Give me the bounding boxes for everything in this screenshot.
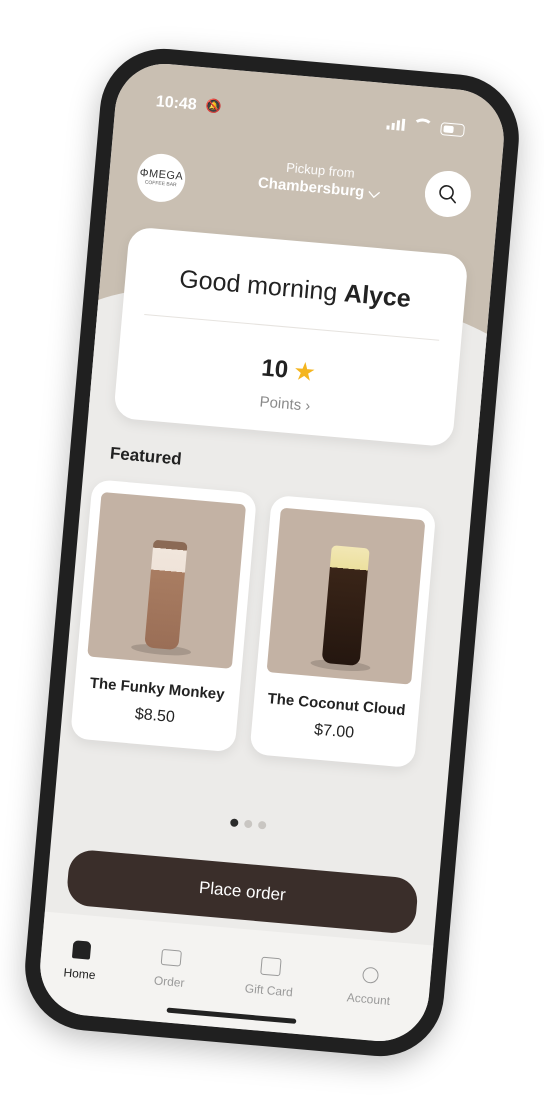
tab-home[interactable]: Home: [39, 933, 123, 984]
star-icon: ★: [293, 358, 316, 385]
user-name: Alyce: [342, 279, 412, 314]
wifi-icon: [412, 117, 434, 136]
battery-icon: [440, 121, 466, 137]
greeting-prefix: Good morning: [178, 264, 346, 308]
tab-label: Account: [346, 990, 391, 1008]
gift-icon: [260, 956, 282, 977]
search-icon: [437, 183, 459, 205]
tab-account[interactable]: Account: [328, 959, 412, 1010]
product-card-coconut-cloud[interactable]: The Coconut Cloud $7.00: [249, 494, 437, 769]
cold-brew-glass: [321, 545, 370, 667]
home-icon: [71, 940, 92, 960]
product-name: The Funky Monkey: [89, 674, 226, 704]
iced-latte-glass: [143, 539, 188, 651]
carousel-dots[interactable]: [54, 803, 443, 845]
tab-order[interactable]: Order: [129, 941, 213, 992]
tab-label: Home: [62, 965, 97, 983]
carousel-dot[interactable]: [243, 819, 253, 829]
carousel-dot[interactable]: [229, 818, 239, 828]
product-price: $8.50: [134, 705, 176, 727]
divider: [144, 313, 440, 341]
signal-icon: [386, 117, 406, 131]
greeting-text: Good morning Alyce: [124, 260, 465, 319]
tab-bar: Home Order Gift Card Account: [36, 911, 434, 1046]
app-screen: 10:48 🔕 ΦMEGA COFFEE BAR Pickup from Cha…: [36, 59, 508, 1046]
tab-gift-card[interactable]: Gift Card: [228, 950, 312, 1001]
product-price: $7.00: [313, 721, 355, 742]
greeting-card: Good morning Alyce 10 ★ Points ›: [113, 226, 469, 448]
carousel-dot[interactable]: [257, 820, 267, 830]
status-icons: [386, 115, 466, 138]
cart-icon: [160, 948, 182, 967]
points-number: 10: [260, 354, 290, 384]
featured-heading: Featured: [109, 443, 183, 469]
phone-frame: 10:48 🔕 ΦMEGA COFFEE BAR Pickup from Cha…: [19, 43, 525, 1062]
product-card-funky-monkey[interactable]: The Funky Monkey $8.50: [70, 479, 258, 753]
product-photo: [87, 491, 247, 669]
status-time: 10:48: [155, 93, 198, 114]
account-icon: [361, 966, 380, 984]
home-indicator: [166, 1007, 297, 1024]
tab-label: Order: [153, 973, 186, 990]
bell-muted-icon: 🔕: [205, 97, 223, 114]
tab-label: Gift Card: [244, 981, 294, 1000]
product-photo: [266, 507, 426, 685]
product-name: The Coconut Cloud: [266, 690, 407, 720]
